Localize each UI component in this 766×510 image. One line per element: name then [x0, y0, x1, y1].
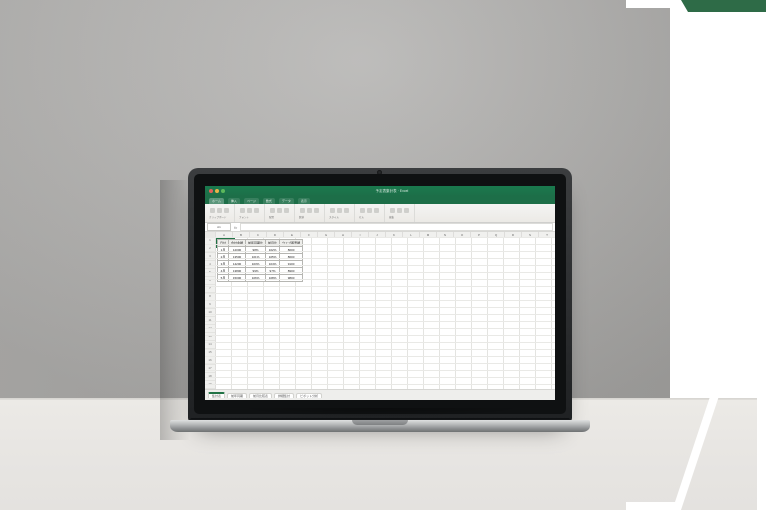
table-cell: 99%: [246, 268, 266, 275]
table-cell: 2月: [218, 254, 229, 261]
table-cell: 13500: [229, 254, 246, 261]
ribbon-group: 配置: [265, 204, 295, 222]
ribbon: クリップボードフォント配置数値スタイルセル編集: [205, 204, 555, 223]
row-header: 12: [205, 325, 215, 333]
excel-screen: 予定表集計表 · Excel ホーム挿入ページ数式データ表示 クリップボードフォ…: [205, 186, 555, 400]
table-row: 1月1200098%102%8000: [218, 247, 303, 254]
table-cell: 4月: [218, 268, 229, 275]
table-cell: 105%: [266, 254, 280, 261]
table-header-cell: 前年同期比: [246, 240, 266, 247]
table-cell: 98%: [246, 247, 266, 254]
ribbon-group: セル: [355, 204, 385, 222]
row-header: 13: [205, 333, 215, 341]
name-box: A1: [207, 223, 231, 231]
product-photo-scene: 予定表集計表 · Excel ホーム挿入ページ数式データ表示 クリップボードフォ…: [0, 0, 766, 510]
window-titlebar: 予定表集計表 · Excel: [205, 186, 555, 196]
sheet-tab: ピボット分析: [296, 393, 322, 398]
table-cell: 3月: [218, 261, 229, 268]
table-cell: 108%: [266, 275, 280, 282]
table-cell: 104%: [266, 261, 280, 268]
table-cell: 5月: [218, 275, 229, 282]
table-header-cell: ウェブ販売額: [280, 240, 303, 247]
table-cell: 13800: [229, 268, 246, 275]
table-header-cell: 合計金額: [229, 240, 246, 247]
row-header: 8: [205, 293, 215, 301]
table-cell: 106%: [246, 275, 266, 282]
table-cell: 8600: [280, 254, 303, 261]
table-header-cell: 前月比: [266, 240, 280, 247]
table-cell: 15000: [229, 275, 246, 282]
row-header: 4: [205, 261, 215, 269]
ribbon-group: 数値: [295, 204, 325, 222]
row-header: 11: [205, 317, 215, 325]
ribbon-group: フォント: [235, 204, 265, 222]
row-header: 19: [205, 381, 215, 389]
table-cell: 9100: [280, 261, 303, 268]
table-row: 2月13500101%105%8600: [218, 254, 303, 261]
table-cell: 101%: [246, 254, 266, 261]
table-row: 4月1380099%97%8900: [218, 268, 303, 275]
row-header: 3: [205, 253, 215, 261]
sheet-tab: 詳細集計: [274, 393, 294, 398]
formula-bar-row: A1 fx: [205, 223, 555, 232]
sheet-tab: 前月比較表: [249, 393, 272, 398]
window-title: 予定表集計表 · Excel: [229, 189, 555, 194]
row-header: 6: [205, 277, 215, 285]
data-table: 日付合計金額前年同期比前月比ウェブ販売額1月1200098%102%80002月…: [217, 239, 303, 282]
row-header: 5: [205, 269, 215, 277]
screen-bezel: 予定表集計表 · Excel ホーム挿入ページ数式データ表示 クリップボードフォ…: [194, 174, 566, 414]
table-header-cell: 日付: [218, 240, 229, 247]
row-header: 10: [205, 309, 215, 317]
row-header: 17: [205, 365, 215, 373]
table-cell: 14200: [229, 261, 246, 268]
ribbon-tabs: ホーム挿入ページ数式データ表示: [205, 196, 555, 204]
row-header: 16: [205, 357, 215, 365]
ribbon-group: スタイル: [325, 204, 355, 222]
row-header: 1: [205, 237, 215, 245]
row-headers: 123456789101112131415161718192021222324: [205, 237, 216, 390]
table-cell: 12000: [229, 247, 246, 254]
row-header: 14: [205, 341, 215, 349]
row-header: 2: [205, 245, 215, 253]
row-header: 18: [205, 373, 215, 381]
table-cell: 8000: [280, 247, 303, 254]
laptop-mockup: 予定表集計表 · Excel ホーム挿入ページ数式データ表示 クリップボードフォ…: [170, 168, 590, 460]
table-cell: 9800: [280, 275, 303, 282]
traffic-lights: [209, 189, 225, 193]
laptop-base: [170, 420, 590, 432]
row-header: 15: [205, 349, 215, 357]
sheet-tab-bar: 集計表前年同期前月比較表詳細集計ピボット分析: [205, 389, 555, 400]
table-cell: 97%: [266, 268, 280, 275]
ribbon-group: クリップボード: [205, 204, 235, 222]
table-cell: 103%: [246, 261, 266, 268]
table-cell: 102%: [266, 247, 280, 254]
table-row: 3月14200103%104%9100: [218, 261, 303, 268]
table-cell: 8900: [280, 268, 303, 275]
table-row: 5月15000106%108%9800: [218, 275, 303, 282]
fx-icon: fx: [234, 225, 237, 230]
sheet-tab: 前年同期: [227, 393, 247, 398]
arrow-frame-overlay: [626, 0, 766, 510]
sheet-tab: 集計表: [208, 392, 225, 398]
table-cell: 1月: [218, 247, 229, 254]
row-header: 7: [205, 285, 215, 293]
cell-grid: 123456789101112131415161718192021222324 …: [205, 237, 555, 390]
ribbon-group: 編集: [385, 204, 415, 222]
row-header: 9: [205, 301, 215, 309]
laptop-lid: 予定表集計表 · Excel ホーム挿入ページ数式データ表示 クリップボードフォ…: [188, 168, 572, 422]
formula-bar: [240, 223, 553, 231]
